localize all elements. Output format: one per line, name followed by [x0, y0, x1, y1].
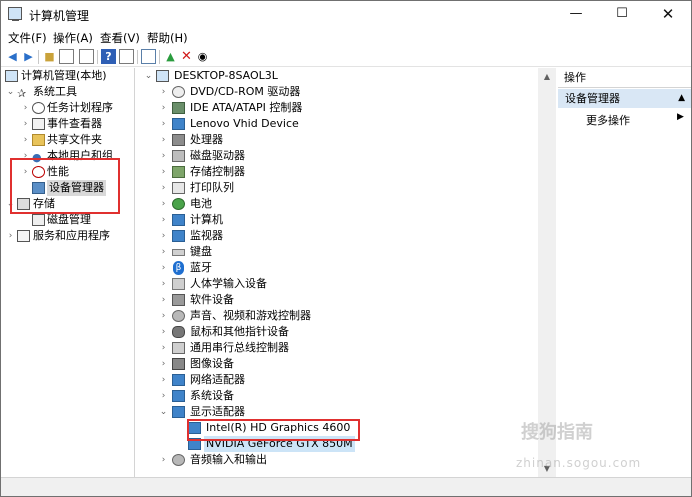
menu-view[interactable]: 查看(V) [100, 30, 140, 46]
chevron-right-icon[interactable]: › [159, 292, 168, 308]
system-device-icon [172, 390, 185, 402]
chevron-right-icon[interactable]: › [159, 116, 168, 132]
show-tree-icon[interactable] [59, 49, 74, 64]
show-hide-action-pane-icon[interactable] [119, 49, 134, 64]
disk-icon [32, 214, 45, 226]
monitor-icon[interactable] [141, 49, 156, 64]
chevron-down-icon[interactable]: ⌄ [159, 404, 168, 420]
network-adapter-icon [172, 374, 185, 386]
camera-icon [172, 358, 185, 370]
computer-management-icon [5, 70, 18, 82]
chevron-right-icon[interactable]: › [159, 212, 168, 228]
chevron-right-icon[interactable]: › [159, 356, 168, 372]
computer-management-window: 计算机管理 — ☐ ✕ 文件(F) 操作(A) 查看(V) 帮助(H) ◀ ▶ … [0, 0, 692, 497]
chevron-right-icon[interactable]: › [159, 388, 168, 404]
chevron-right-icon[interactable]: › [159, 100, 168, 116]
chevron-right-icon[interactable]: › [159, 148, 168, 164]
hid-device-icon [172, 118, 185, 130]
help-icon[interactable]: ? [101, 49, 116, 64]
scroll-up-icon[interactable]: ▲ [538, 68, 556, 85]
chevron-right-icon[interactable]: › [21, 132, 30, 148]
chevron-down-icon[interactable]: ⌄ [144, 68, 153, 84]
toolbar: ◀ ▶ ■ ? ▲ ✕ ◉ [1, 47, 691, 67]
chevron-down-icon[interactable]: ⌄ [6, 84, 15, 100]
navigation-tree: 计算机管理(本地) ⌄ ✰ 系统工具 › 任务计划程序 › 事件查看器 › 共享… [1, 68, 135, 477]
menu-file[interactable]: 文件(F) [8, 30, 47, 46]
menu-action[interactable]: 操作(A) [53, 30, 93, 46]
battery-icon [172, 198, 185, 210]
properties-icon[interactable] [79, 49, 94, 64]
computer-management-icon [8, 7, 22, 21]
chevron-right-icon[interactable]: › [159, 244, 168, 260]
keyboard-icon [172, 249, 185, 256]
chevron-right-icon[interactable]: › [159, 132, 168, 148]
title-bar: 计算机管理 — ☐ ✕ [1, 1, 691, 27]
storage-controller-icon [172, 166, 185, 178]
shared-folder-icon [32, 134, 45, 146]
disk-drive-icon [172, 150, 185, 162]
maximize-button[interactable]: ☐ [599, 1, 645, 27]
chevron-right-icon[interactable]: › [159, 308, 168, 324]
chevron-right-icon[interactable]: › [159, 324, 168, 340]
window-title: 计算机管理 [29, 9, 90, 23]
software-device-icon [172, 294, 185, 306]
printer-icon [172, 182, 185, 194]
tools-icon: ✰ [17, 87, 27, 100]
uninstall-icon[interactable]: ✕ [179, 49, 194, 64]
menu-help[interactable]: 帮助(H) [147, 30, 188, 46]
chevron-right-icon[interactable]: › [159, 452, 168, 468]
mouse-icon [172, 326, 185, 338]
ide-controller-icon [172, 102, 185, 114]
audio-io-icon [172, 454, 185, 466]
device-tree-scrollbar[interactable]: ▲ ▼ [538, 68, 556, 477]
menu-bar: 文件(F) 操作(A) 查看(V) 帮助(H) [1, 27, 691, 47]
actions-header: 操作 [558, 68, 691, 88]
watermark-url: zhinan.sogou.com [516, 456, 642, 470]
usb-icon [172, 342, 185, 354]
chevron-right-icon[interactable]: › [159, 276, 168, 292]
chevron-right-icon[interactable]: › [159, 84, 168, 100]
computer-icon [156, 70, 169, 82]
watermark-text: 搜狗指南 [521, 422, 593, 443]
chevron-right-icon[interactable]: › [159, 196, 168, 212]
processor-icon [172, 134, 185, 146]
chevron-right-icon[interactable]: › [21, 116, 30, 132]
chevron-right-icon[interactable]: › [159, 228, 168, 244]
actions-pane: 操作 设备管理器 ▲ 更多操作 ▶ [558, 68, 691, 477]
event-viewer-icon [32, 118, 45, 130]
collapse-up-icon[interactable]: ▲ [678, 89, 685, 108]
actions-device-manager[interactable]: 设备管理器 ▲ [558, 89, 691, 108]
chevron-right-icon[interactable]: › [159, 372, 168, 388]
forward-arrow-icon[interactable]: ▶ [21, 49, 36, 64]
display-adapter-icon [172, 406, 185, 418]
chevron-right-icon[interactable]: › [159, 164, 168, 180]
update-driver-icon[interactable]: ▲ [163, 49, 178, 64]
back-arrow-icon[interactable]: ◀ [5, 49, 20, 64]
services-icon [17, 230, 30, 242]
dvd-icon [172, 86, 185, 98]
chevron-right-icon[interactable]: › [159, 180, 168, 196]
chevron-right-icon[interactable]: › [159, 260, 168, 276]
device-tree: ⌄ DESKTOP-8SAOL3L › DVD/CD-ROM 驱动器 › IDE A… [136, 68, 556, 477]
speaker-icon [172, 310, 185, 322]
bluetooth-icon: β [173, 261, 184, 275]
chevron-right-icon[interactable]: › [21, 100, 30, 116]
clock-icon [32, 102, 45, 114]
minimize-button[interactable]: — [553, 1, 599, 27]
status-bar [1, 477, 691, 496]
computer-icon [172, 214, 185, 226]
scan-hardware-icon[interactable]: ◉ [195, 49, 210, 64]
submenu-arrow-icon[interactable]: ▶ [677, 112, 684, 122]
monitor-icon [172, 230, 185, 242]
more-actions[interactable]: 更多操作 [586, 112, 630, 128]
highlight-device-manager [10, 158, 120, 214]
highlight-nvidia [187, 419, 360, 441]
up-folder-icon[interactable]: ■ [42, 49, 57, 64]
chevron-right-icon[interactable]: › [159, 340, 168, 356]
hid-icon [172, 278, 185, 290]
close-button[interactable]: ✕ [645, 1, 691, 27]
chevron-right-icon[interactable]: › [6, 228, 15, 244]
